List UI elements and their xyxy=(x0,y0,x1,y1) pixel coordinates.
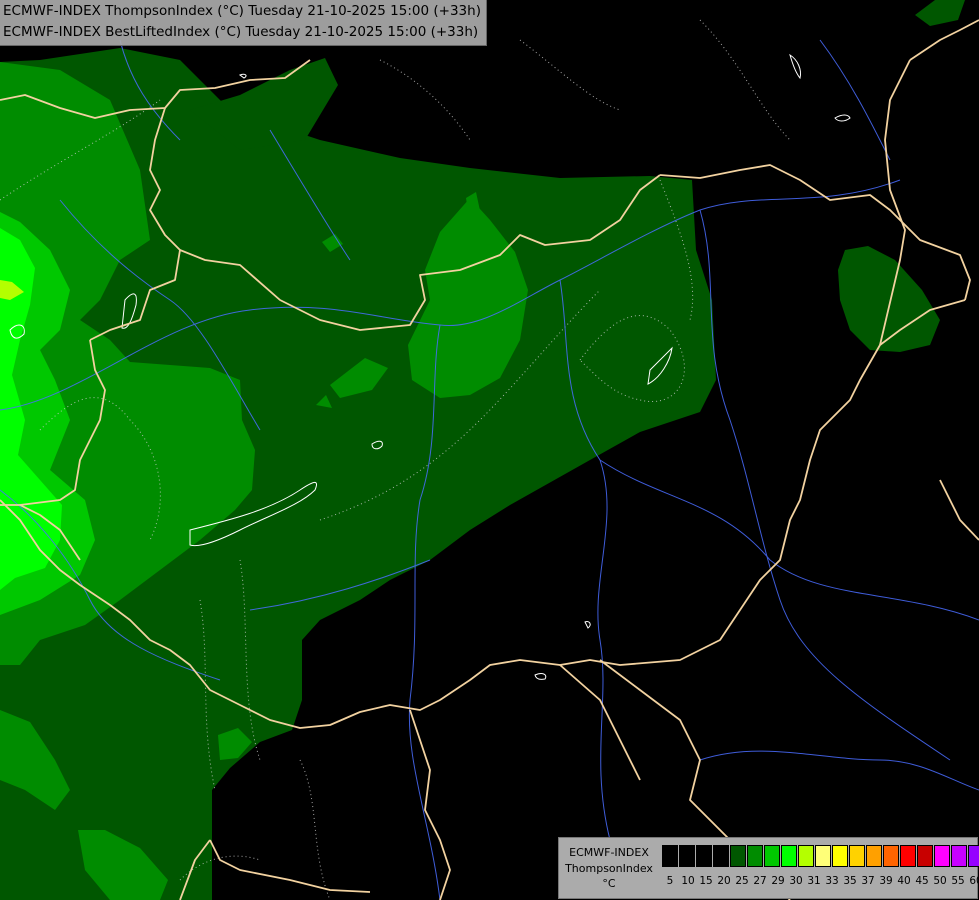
legend-swatch xyxy=(934,845,950,867)
legend-tick-label: 27 xyxy=(753,875,767,887)
legend-tick-label: 60 xyxy=(969,875,979,887)
legend-model: ECMWF-INDEX xyxy=(569,846,649,859)
legend-tick-label: 29 xyxy=(771,875,785,887)
legend-parameter: ThompsonIndex xyxy=(565,862,653,875)
title-thompson-index: ECMWF-INDEX ThompsonIndex (°C) Tuesday 2… xyxy=(3,3,481,19)
legend-swatch xyxy=(968,845,979,867)
legend-unit: °C xyxy=(602,877,616,890)
legend-tick-label: 39 xyxy=(879,875,893,887)
legend-ticks: 5 10 15 20 25 27 29 30 31 33 35 37 39 40 45 50 55 60 xyxy=(662,875,979,889)
legend-tick-label: 50 xyxy=(933,875,947,887)
weather-map xyxy=(0,0,979,900)
legend-swatch xyxy=(764,845,780,867)
legend-swatch xyxy=(798,845,814,867)
legend-tick-label: 25 xyxy=(735,875,749,887)
legend-swatch xyxy=(662,845,678,867)
legend-tick-label: 45 xyxy=(915,875,929,887)
legend-swatch xyxy=(900,845,916,867)
legend-tick-label: 15 xyxy=(699,875,713,887)
legend-tick-label: 40 xyxy=(897,875,911,887)
legend-swatch xyxy=(883,845,899,867)
legend-swatch xyxy=(866,845,882,867)
legend-swatch xyxy=(815,845,831,867)
color-legend: ECMWF-INDEX ThompsonIndex °C 5 10 15 20 25 27… xyxy=(558,837,979,899)
legend-tick-label: 55 xyxy=(951,875,965,887)
legend-swatch xyxy=(849,845,865,867)
legend-tick-label: 31 xyxy=(807,875,821,887)
legend-swatch xyxy=(781,845,797,867)
title-best-lifted-index: ECMWF-INDEX BestLiftedIndex (°C) Tuesday… xyxy=(3,24,479,40)
map-title-box: ECMWF-INDEX ThompsonIndex (°C) Tuesday 2… xyxy=(0,0,487,46)
legend-tick-label: 33 xyxy=(825,875,839,887)
legend-tick-label: 10 xyxy=(681,875,695,887)
legend-tick-label: 30 xyxy=(789,875,803,887)
legend-swatch xyxy=(951,845,967,867)
legend-swatch xyxy=(696,845,712,867)
legend-swatch xyxy=(713,845,729,867)
legend-tick-label: 20 xyxy=(717,875,731,887)
legend-swatch xyxy=(747,845,763,867)
legend-swatch xyxy=(679,845,695,867)
legend-swatch xyxy=(832,845,848,867)
legend-tick-label: 35 xyxy=(843,875,857,887)
legend-swatch xyxy=(730,845,746,867)
legend-tick-label: 5 xyxy=(666,875,674,887)
legend-swatches xyxy=(662,845,979,867)
legend-tick-label: 37 xyxy=(861,875,875,887)
legend-swatch xyxy=(917,845,933,867)
